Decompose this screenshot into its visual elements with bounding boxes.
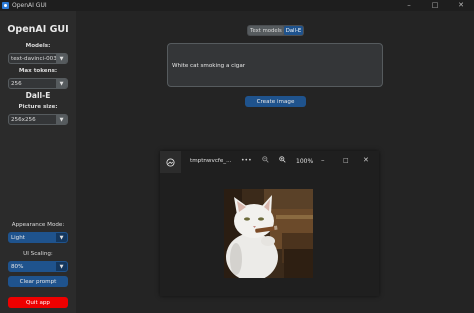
- ui-scaling-label: UI Scaling:: [23, 251, 53, 257]
- viewer-file-name: tmptnwvcfe_...: [190, 158, 232, 164]
- viewer-maximize-icon[interactable]: □: [343, 157, 349, 164]
- app-window: OpenAI GUI – □ ✕ OpenAI GUI Models: text…: [0, 0, 474, 313]
- dalle-heading: Dall-E: [25, 91, 51, 100]
- appearance-mode-label: Appearance Mode:: [11, 222, 65, 228]
- prompt-text: White cat smoking a cigar: [172, 63, 246, 69]
- max-tokens-value: 256: [11, 80, 22, 87]
- model-select[interactable]: text-davinci-003 ▼: [8, 53, 68, 64]
- zoom-level: 100%: [296, 158, 314, 165]
- chevron-down-icon[interactable]: ▼: [56, 79, 67, 88]
- max-tokens-label: Max tokens:: [18, 68, 58, 74]
- ui-scaling-select[interactable]: 80% ▼: [8, 261, 68, 272]
- sidebar: OpenAI GUI Models: text-davinci-003 ▼ Ma…: [0, 11, 76, 313]
- zoom-in-icon[interactable]: [279, 156, 286, 165]
- generated-cat-image: [224, 189, 313, 278]
- quit-app-button[interactable]: Quit app: [8, 297, 68, 308]
- ui-scaling-value: 80%: [11, 263, 24, 270]
- model-select-value: text-davinci-003: [11, 55, 57, 62]
- appearance-mode-value: Light: [11, 234, 25, 241]
- models-label: Models:: [25, 43, 51, 49]
- minimize-icon[interactable]: –: [396, 0, 422, 11]
- chevron-down-icon[interactable]: ▼: [56, 115, 67, 124]
- picture-size-value: 256x256: [11, 116, 36, 123]
- title-bar: OpenAI GUI – □ ✕: [0, 0, 474, 11]
- max-tokens-select[interactable]: 256 ▼: [8, 78, 68, 89]
- picture-size-label: Picture size:: [18, 104, 58, 110]
- picture-size-select[interactable]: 256x256 ▼: [8, 114, 68, 125]
- tab-dall-e[interactable]: Dall-E: [284, 26, 303, 35]
- tab-text-models[interactable]: Text models: [248, 26, 284, 35]
- prompt-textbox[interactable]: White cat smoking a cigar: [167, 43, 383, 87]
- window-controls: – □ ✕: [396, 0, 474, 11]
- chevron-down-icon[interactable]: ▼: [56, 262, 67, 271]
- maximize-icon[interactable]: □: [422, 0, 448, 11]
- viewer-minimize-icon[interactable]: –: [321, 156, 325, 164]
- appearance-mode-select[interactable]: Light ▼: [8, 232, 68, 243]
- close-icon[interactable]: ✕: [448, 0, 474, 11]
- viewer-close-icon[interactable]: ✕: [363, 156, 369, 164]
- chevron-down-icon[interactable]: ▼: [56, 54, 67, 63]
- more-icon[interactable]: •••: [241, 157, 252, 164]
- model-tab-switcher: Text models Dall-E: [247, 25, 304, 36]
- sidebar-title: OpenAI GUI: [7, 24, 69, 35]
- image-viewer-window: tmptnwvcfe_... ••• 100% – □ ✕: [160, 151, 379, 296]
- photos-app-icon: [160, 151, 181, 173]
- clear-prompt-button[interactable]: Clear prompt: [8, 276, 68, 287]
- app-icon: [2, 2, 9, 9]
- chevron-down-icon[interactable]: ▼: [56, 233, 67, 242]
- window-title: OpenAI GUI: [12, 2, 47, 9]
- create-image-button[interactable]: Create image: [245, 96, 306, 107]
- zoom-out-icon[interactable]: [262, 156, 269, 165]
